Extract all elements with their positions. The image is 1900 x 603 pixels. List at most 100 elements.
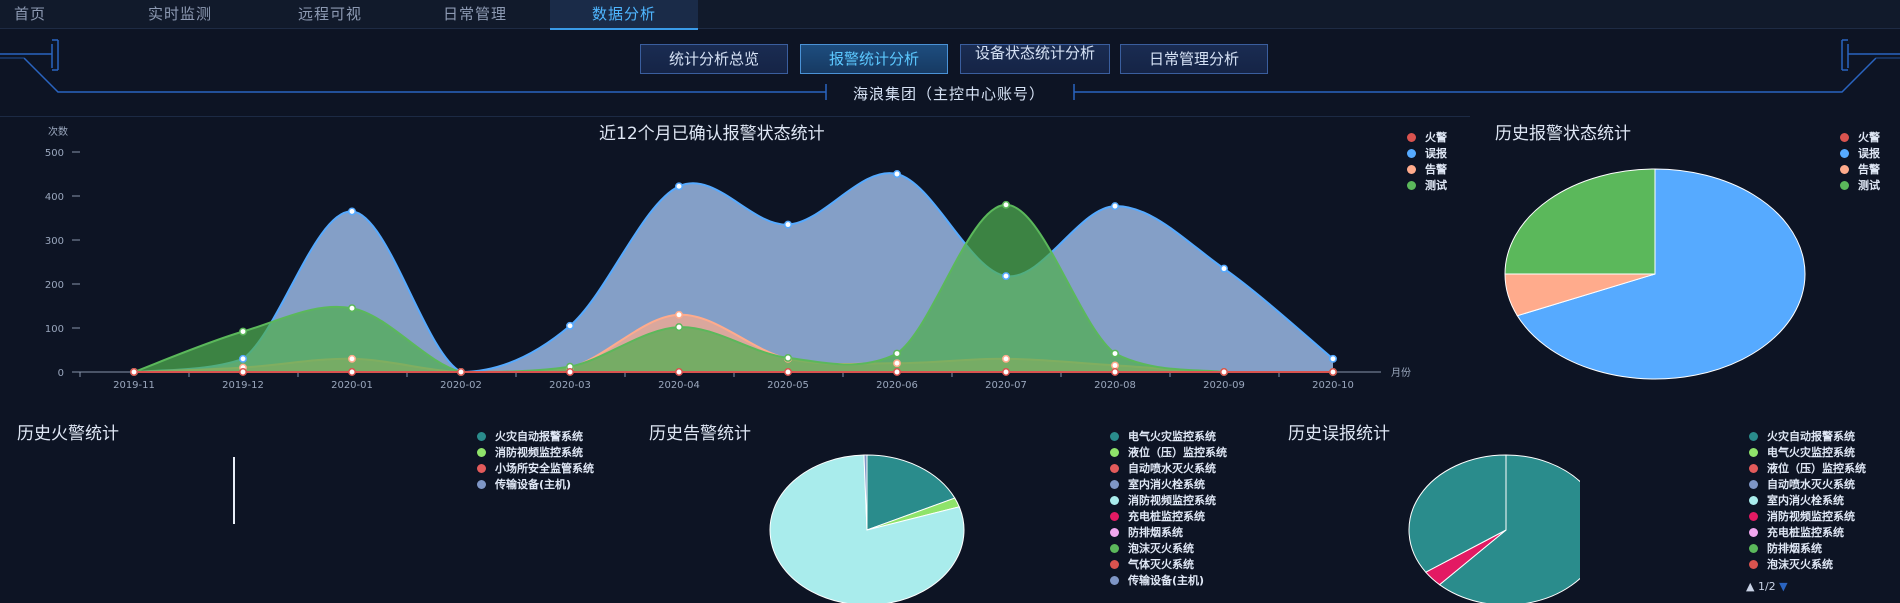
status-legend-warning[interactable]: 告警: [1840, 162, 1880, 178]
data-point-火警[interactable]: [348, 368, 356, 376]
fire-history-legend-label: 火灾自动报警系统: [495, 430, 583, 443]
false-history-legend-label: 自动喷水灭火系统: [1767, 478, 1855, 491]
warning-history-legend-item[interactable]: 电气火灾监控系统: [1110, 429, 1227, 445]
fire-history-legend-item[interactable]: 小场所安全监管系统: [477, 461, 594, 477]
data-point-测试[interactable]: [1111, 349, 1119, 358]
data-point-火警[interactable]: [1111, 368, 1119, 376]
status-legend-false-alarm[interactable]: 误报: [1840, 146, 1880, 162]
warning-history-legend-item[interactable]: 传输设备(主机): [1110, 573, 1227, 589]
status-legend-fire[interactable]: 火警: [1840, 130, 1880, 146]
nav-tab-realtime-monitor[interactable]: 实时监测: [120, 0, 240, 28]
warning-history-legend-dot: [1110, 576, 1119, 585]
data-point-火警[interactable]: [893, 368, 901, 376]
warning-history-legend-dot: [1110, 464, 1119, 473]
data-point-误报[interactable]: [566, 321, 574, 330]
warning-history-legend-label: 电气火灾监控系统: [1128, 430, 1216, 443]
y-tick-label: 500: [45, 148, 64, 159]
false-history-legend-dot: [1749, 480, 1758, 489]
fire-history-legend-item[interactable]: 火灾自动报警系统: [477, 429, 594, 445]
warning-history-legend-label: 液位（压）监控系统: [1128, 446, 1227, 459]
main-alarm-chart: 次数月份 0 100 200 300 400 500 2019-11 2019-12 2020-0…: [45, 125, 1411, 391]
false-history-legend-item[interactable]: 液位（压）监控系统: [1749, 461, 1866, 477]
fire-history-legend-label: 小场所安全监管系统: [495, 462, 594, 475]
subtab-device-status-analysis[interactable]: 设备状态统计分析: [960, 44, 1110, 74]
data-point-告警[interactable]: [893, 359, 901, 368]
fire-history-legend-item[interactable]: 传输设备(主机): [477, 477, 594, 493]
data-point-误报[interactable]: [1111, 202, 1119, 211]
status-legend-label-test: 测试: [1858, 179, 1880, 192]
data-point-测试[interactable]: [784, 353, 792, 362]
data-point-火警[interactable]: [566, 368, 574, 376]
warning-history-legend-item[interactable]: 气体灭火系统: [1110, 557, 1227, 573]
fire-history-legend-item[interactable]: 消防视频监控系统: [477, 445, 594, 461]
data-point-告警[interactable]: [1111, 361, 1119, 370]
warning-history-legend-item[interactable]: 消防视频监控系统: [1110, 493, 1227, 509]
data-point-测试[interactable]: [239, 327, 247, 336]
pager-next-icon[interactable]: ▼: [1779, 580, 1787, 593]
data-point-测试[interactable]: [893, 349, 901, 358]
false-history-legend-label: 室内消火栓系统: [1767, 494, 1844, 507]
legend-false-alarm[interactable]: 误报: [1407, 146, 1447, 162]
warning-history-legend-item[interactable]: 防排烟系统: [1110, 525, 1227, 541]
data-point-误报[interactable]: [675, 182, 683, 191]
legend-fire[interactable]: 火警: [1407, 130, 1447, 146]
data-point-误报[interactable]: [1220, 264, 1228, 273]
false-history-legend-item[interactable]: 消防视频监控系统: [1749, 509, 1866, 525]
y-tick-label: 200: [45, 280, 64, 291]
data-point-火警[interactable]: [675, 368, 683, 376]
data-point-火警[interactable]: [239, 368, 247, 376]
false-history-legend-item[interactable]: 火灾自动报警系统: [1749, 429, 1866, 445]
data-point-告警[interactable]: [1002, 354, 1010, 363]
data-point-误报[interactable]: [1002, 272, 1010, 281]
data-point-火警[interactable]: [1220, 368, 1228, 376]
data-point-误报[interactable]: [893, 170, 901, 178]
data-point-火警[interactable]: [1002, 368, 1010, 376]
data-point-误报[interactable]: [1329, 354, 1337, 363]
nav-tab-home[interactable]: 首页: [0, 0, 60, 28]
data-point-告警[interactable]: [675, 310, 683, 319]
data-point-误报[interactable]: [239, 354, 247, 363]
subtab-overview[interactable]: 统计分析总览: [640, 44, 788, 74]
subtab-alarm-analysis[interactable]: 报警统计分析: [800, 44, 948, 74]
legend-test[interactable]: 测试: [1407, 178, 1447, 194]
subtab-daily-management-analysis[interactable]: 日常管理分析: [1120, 44, 1268, 74]
nav-tab-daily-management[interactable]: 日常管理: [415, 0, 535, 28]
warning-history-legend-item[interactable]: 室内消火栓系统: [1110, 477, 1227, 493]
warning-history-legend-item[interactable]: 充电桩监控系统: [1110, 509, 1227, 525]
warning-history-legend-item[interactable]: 液位（压）监控系统: [1110, 445, 1227, 461]
status-legend-dot-false-alarm: [1840, 149, 1849, 158]
pie-slice[interactable]: [1504, 168, 1656, 275]
data-point-误报[interactable]: [784, 220, 792, 229]
nav-tab-remote-view[interactable]: 远程可视: [270, 0, 390, 28]
false-history-legend-item[interactable]: 自动喷水灭火系统: [1749, 477, 1866, 493]
warning-history-pie: [769, 454, 965, 603]
history-status-pie: [1504, 168, 1806, 380]
false-history-legend-dot: [1749, 496, 1758, 505]
data-point-测试[interactable]: [348, 304, 356, 313]
data-point-火警[interactable]: [457, 368, 465, 376]
false-history-legend-item[interactable]: 充电桩监控系统: [1749, 525, 1866, 541]
warning-history-legend-item[interactable]: 泡沫灭火系统: [1110, 541, 1227, 557]
nav-tab-data-analysis[interactable]: 数据分析: [550, 0, 698, 30]
warning-history-legend-label: 室内消火栓系统: [1128, 478, 1205, 491]
false-history-legend-item[interactable]: 电气火灾监控系统: [1749, 445, 1866, 461]
warning-history-legend: 电气火灾监控系统 液位（压）监控系统自动喷水灭火系统 室内消火栓系统消防视频监控系统…: [1110, 429, 1227, 589]
data-point-火警[interactable]: [130, 368, 138, 376]
false-history-legend-dot: [1749, 560, 1758, 569]
legend-warning[interactable]: 告警: [1407, 162, 1447, 178]
false-history-legend-item[interactable]: 防排烟系统: [1749, 541, 1866, 557]
data-point-误报[interactable]: [348, 207, 356, 216]
warning-history-legend-item[interactable]: 自动喷水灭火系统: [1110, 461, 1227, 477]
status-legend-test[interactable]: 测试: [1840, 178, 1880, 194]
data-point-告警[interactable]: [348, 354, 356, 363]
data-point-火警[interactable]: [1329, 368, 1337, 376]
pager-prev-icon[interactable]: ▲: [1746, 580, 1754, 593]
data-point-火警[interactable]: [784, 368, 792, 376]
data-point-测试[interactable]: [675, 323, 683, 332]
warning-history-legend-dot: [1110, 480, 1119, 489]
false-history-legend-item[interactable]: 室内消火栓系统: [1749, 493, 1866, 509]
false-history-legend-dot: [1749, 448, 1758, 457]
data-point-测试[interactable]: [1002, 200, 1010, 209]
false-history-legend-item[interactable]: 泡沫灭火系统: [1749, 557, 1866, 573]
fire-history-legend-dot: [477, 432, 486, 441]
